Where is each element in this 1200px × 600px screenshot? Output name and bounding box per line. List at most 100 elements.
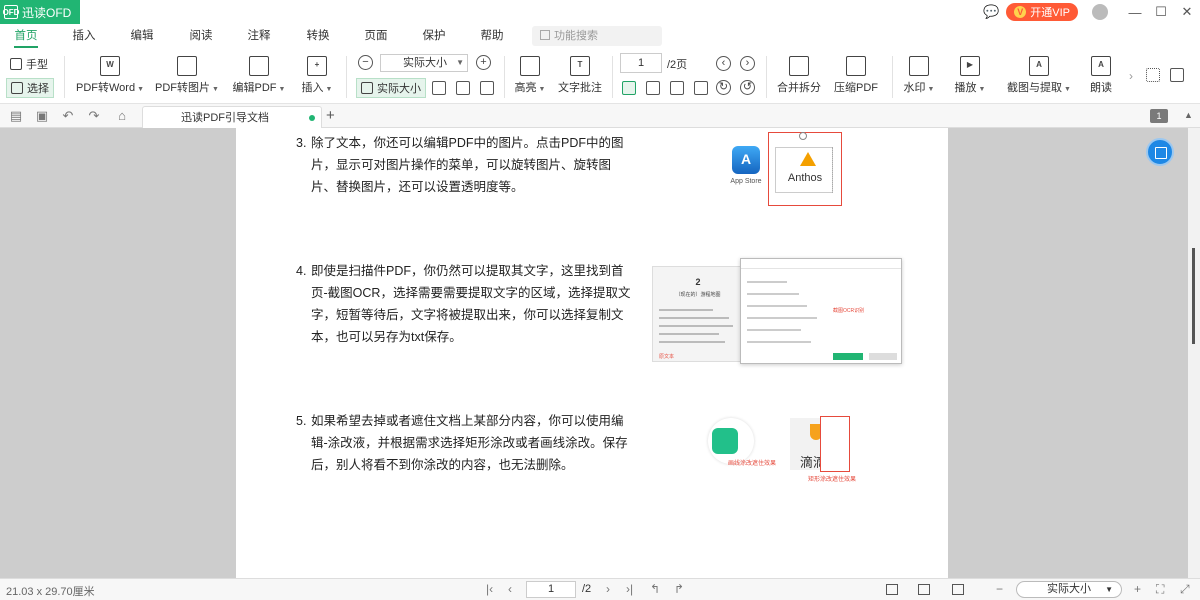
zoom-select[interactable]: 实际大小 ▼ [380,54,468,72]
next-page-icon[interactable]: › [606,582,610,596]
zoom-in-icon[interactable]: + [1134,582,1141,596]
floating-tool-icon[interactable] [1146,138,1174,166]
vip-label: 开通VIP [1030,7,1070,19]
status-zoom-select[interactable]: 实际大小 ▼ [1016,581,1122,598]
prev-page-icon[interactable]: ‹ [508,582,512,596]
text-line [659,333,719,335]
pdf-to-image-button[interactable]: PDF转图片 ▼ [154,56,220,95]
document-tab[interactable]: 迅读PDF引导文档 [142,106,322,128]
tab-read[interactable]: 阅读 [181,24,221,48]
close-icon[interactable]: ✕ [1174,0,1200,24]
forward-view-icon[interactable]: ↱ [674,582,684,596]
search-icon [540,30,550,40]
play-button[interactable]: ▶ 播放 ▼ [950,56,990,95]
divider [892,56,893,98]
back-view-icon[interactable]: ↰ [650,582,660,596]
zoom-out-icon[interactable]: − [996,582,1003,596]
tab-help[interactable]: 帮助 [472,24,512,48]
layout-mode-icon[interactable] [952,584,964,595]
tab-protect[interactable]: 保护 [414,24,454,48]
document-tab-title: 迅读PDF引导文档 [181,112,269,124]
page-mode-icon[interactable] [918,584,930,595]
tab-page[interactable]: 页面 [356,24,396,48]
text-line [747,317,817,319]
maximize-icon[interactable]: ☐ [1148,0,1174,24]
hand-tool-button[interactable]: 手型 [6,54,52,74]
last-page-icon[interactable]: ›| [626,582,633,596]
rotate-left-icon[interactable]: ↺ [740,80,755,95]
rect-correction-mask [820,416,850,472]
pdf-to-word-button[interactable]: W PDF转Word ▼ [74,56,146,95]
tab-convert[interactable]: 转换 [298,24,338,48]
home-icon[interactable]: ⌂ [114,108,130,124]
next-page-icon[interactable]: › [740,56,755,71]
dialog-header [741,259,901,269]
anthos-logo: Anthos [775,147,833,193]
edit-pdf-button[interactable]: 编辑PDF ▼ [230,56,288,95]
ocr-source-subtitle: （现在的）游程地图 [675,292,721,298]
status-page-input[interactable]: 1 [526,581,576,598]
add-tab-icon[interactable]: + [326,107,335,125]
drag-handle-icon[interactable] [1146,68,1160,82]
read-aloud-button[interactable]: A 朗读 [1086,56,1116,95]
compress-pdf-button[interactable]: 压缩PDF [830,56,882,95]
undo-icon[interactable]: ↶ [60,108,76,124]
prev-page-icon[interactable]: ‹ [716,56,731,71]
app-title: 迅读OFD [22,5,72,20]
paragraph-3: 3. 除了文本，你还可以编辑PDF中的图片。点击PDF中的图片，显示可对图片操作… [296,132,632,198]
chevron-down-icon: ▼ [1105,585,1113,594]
chevron-right-icon[interactable]: › [1124,48,1138,104]
text-box-icon[interactable] [480,81,494,95]
app-logo: OFD 迅读OFD [0,0,80,24]
feature-search-input[interactable]: 功能搜索 [532,26,662,46]
status-zoom-value: 实际大小 [1047,583,1091,595]
user-avatar[interactable] [1092,4,1108,20]
select-tool-label: 选择 [27,83,49,95]
watermark-button[interactable]: 水印 ▼ [900,56,938,95]
message-icon[interactable]: 💬 [978,0,1004,24]
fit-window-icon[interactable]: ⛶ [1156,582,1164,596]
select-tool-button[interactable]: 选择 [6,78,54,98]
first-page-icon[interactable]: |‹ [486,582,493,596]
app-grid-icon[interactable] [1170,68,1184,82]
save-icon[interactable]: ▣ [34,108,50,124]
text-line [659,317,729,319]
document-viewport[interactable]: 3. 除了文本，你还可以编辑PDF中的图片。点击PDF中的图片，显示可对图片操作… [0,128,1188,578]
capture-extract-button[interactable]: A 截图与提取 ▼ [1004,56,1074,95]
insert-button[interactable]: + 插入 ▼ [300,56,334,95]
zoom-in-icon[interactable]: + [476,55,491,70]
actual-size-button[interactable]: 实际大小 [356,78,426,98]
single-page-view-icon[interactable] [622,81,636,95]
text-line [659,309,713,311]
tab-insert[interactable]: 插入 [64,24,104,48]
rotate-right-icon[interactable]: ↻ [716,80,731,95]
highlight-button[interactable]: 高亮 ▼ [510,56,550,95]
pdf-to-word-label: PDF转Word [75,82,136,94]
page-number-input[interactable]: 1 [620,53,662,73]
merge-split-button[interactable]: 合并拆分 [774,56,824,95]
print-icon[interactable]: ▤ [8,108,24,124]
chevron-up-icon[interactable]: ▲ [1184,110,1193,120]
scrollbar-thumb[interactable] [1192,248,1195,344]
vip-button[interactable]: V 开通VIP [1006,3,1078,21]
vertical-scrollbar[interactable] [1188,128,1200,578]
tab-annotate[interactable]: 注释 [239,24,279,48]
tab-edit[interactable]: 编辑 [122,24,162,48]
book-view-icon[interactable] [670,81,684,95]
minimize-icon[interactable]: — [1122,0,1148,24]
fullscreen-icon[interactable]: ⤢ [1180,582,1190,596]
chevron-down-icon: ▼ [456,58,464,67]
background-color-icon[interactable] [886,584,898,595]
title-bar: OFD 迅读OFD 💬 V 开通VIP — ☐ ✕ [0,0,1200,24]
continuous-view-icon[interactable] [694,81,708,95]
fit-width-icon[interactable] [456,81,470,95]
text-line [747,293,799,295]
redo-icon[interactable]: ↷ [86,108,102,124]
tab-home[interactable]: 首页 [6,24,46,48]
double-page-view-icon[interactable] [646,81,660,95]
fit-page-icon[interactable] [432,81,446,95]
zoom-out-icon[interactable]: − [358,55,373,70]
paragraph-number: 3. [296,136,307,150]
text-note-button[interactable]: T 文字批注 [556,56,604,95]
page-total: /2页 [667,59,688,71]
